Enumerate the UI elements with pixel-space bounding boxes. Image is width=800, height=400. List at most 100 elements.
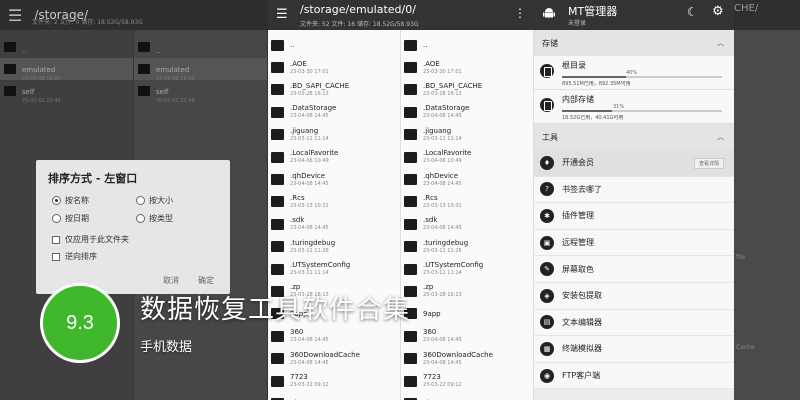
file-row[interactable]: .BD_SAPI_CACHE 23-03-28 16:13	[268, 79, 400, 101]
file-row[interactable]: .Rcs 23-03-13 10:31	[268, 191, 400, 213]
file-row[interactable]: 7723 23-03-22 09:12	[401, 370, 533, 392]
file-row[interactable]: .UTSystemConfig 23-03-11 11:14	[401, 258, 533, 280]
file-date: 23-04-08 14:45	[290, 225, 329, 232]
internal-storage-size: 18.52G已用，40.41G可用	[562, 115, 624, 121]
file-row[interactable]: .DataStorage 23-04-08 14:45	[268, 101, 400, 123]
file-text: self 70-01-01 22:46	[22, 79, 61, 104]
file-row[interactable]: 7723 23-03-22 09:12	[268, 370, 400, 392]
sort-by-size-radio[interactable]: 按大小	[136, 195, 173, 206]
tool-item[interactable]: ♦ 开通会员 查看详情	[534, 150, 734, 177]
file-row[interactable]: .LocalFavorite 23-04-06 10:49	[268, 146, 400, 168]
file-row[interactable]: 360DownloadCache 23-04-08 14:45	[268, 347, 400, 369]
file-name: .UTSystemConfig	[290, 261, 351, 270]
file-name: self	[22, 87, 35, 96]
file-row[interactable]: .UTSystemConfig 23-03-11 11:14	[268, 258, 400, 280]
file-row[interactable]: ..	[134, 36, 267, 58]
root-storage-size: 895.51M已用，892.35M可用	[562, 81, 631, 87]
file-row[interactable]: .zp 23-03-28 16:13	[401, 280, 533, 302]
file-name: 7723	[423, 373, 441, 382]
chevron-up-icon: ︿	[717, 133, 724, 141]
tool-item[interactable]: ◉ FTP客户端	[534, 362, 734, 390]
file-date: 23-04-08 14:45	[423, 359, 462, 366]
middle-panel: ☰ /storage/emulated/0/ 文件夹: 52 文件: 16 储存…	[268, 0, 534, 400]
tool-item[interactable]: ▦ 终端模拟器	[534, 336, 734, 363]
menu-icon[interactable]: ☰	[8, 6, 22, 25]
file-row[interactable]: ..	[268, 34, 400, 56]
file-row[interactable]: .AOE 23-03-30 17:01	[268, 56, 400, 78]
remote-icon: ▣	[540, 235, 554, 250]
file-row[interactable]: 360 23-04-08 14:45	[268, 325, 400, 347]
file-row[interactable]: self 70-01-01 22:46	[0, 79, 133, 104]
root-storage-item[interactable]: 根目录 40% 895.51M已用，892.35M可用	[534, 56, 734, 90]
file-row[interactable]: 9app	[401, 303, 533, 325]
tool-item[interactable]: ? 书签去哪了	[534, 176, 734, 204]
file-date: 23-04-08 14:45	[423, 225, 462, 232]
tool-item[interactable]: ◈ 安装包提取	[534, 282, 734, 310]
hamburger-menu-icon[interactable]: ☰	[276, 7, 288, 22]
file-row[interactable]: .turingdebug 23-03-11 11:26	[401, 236, 533, 258]
file-row[interactable]: .sdk 23-04-08 14:45	[401, 213, 533, 235]
file-date: 23-03-28 16:13	[423, 90, 462, 97]
file-row[interactable]: Alarms	[401, 392, 533, 400]
sort-by-name-radio[interactable]: 按名称	[52, 195, 89, 206]
cancel-button[interactable]: 取消	[163, 275, 179, 286]
ok-button[interactable]: 确定	[198, 275, 214, 286]
file-row[interactable]: .AOE 23-03-30 17:01	[401, 56, 533, 78]
tool-label: FTP客户端	[562, 371, 601, 381]
file-row[interactable]: .jiguang 23-03-11 11:14	[268, 124, 400, 146]
folder-icon	[138, 86, 150, 96]
file-name: .sdk	[290, 216, 305, 225]
file-text: .AOE 23-03-30 17:01	[290, 60, 329, 76]
tool-item[interactable]: ✎ 屏幕取色	[534, 256, 734, 283]
sort-by-type-radio[interactable]: 按类型	[136, 213, 173, 224]
file-row[interactable]: .jiguang 23-03-11 11:14	[401, 124, 533, 146]
root-storage-progress	[562, 76, 722, 78]
folder-icon	[404, 84, 417, 96]
file-name: .DataStorage	[423, 104, 470, 113]
sort-by-date-label: 按日期	[65, 214, 89, 223]
file-text: .turingdebug 23-03-11 11:26	[290, 239, 335, 255]
file-text: .AOE 23-03-30 17:01	[423, 60, 462, 76]
file-row[interactable]: self 70-01-01 22:46	[134, 80, 267, 104]
file-row[interactable]: .LocalFavorite 23-04-06 10:49	[401, 146, 533, 168]
file-row[interactable]: Alarms	[268, 392, 400, 400]
tool-label: 文本编辑器	[562, 317, 602, 327]
file-row[interactable]: ..	[401, 34, 533, 56]
view-details-button[interactable]: 查看详情	[693, 158, 724, 169]
login-status[interactable]: 未登录	[568, 18, 586, 27]
only-this-folder-checkbox[interactable]: 仅应用于此文件夹	[52, 234, 129, 245]
sort-by-date-radio[interactable]: 按日期	[52, 213, 89, 224]
internal-storage-item[interactable]: 内部存储 31% 18.52G已用，40.41G可用	[534, 90, 734, 124]
storage-section-header[interactable]: 存储 ︿	[534, 30, 734, 56]
file-row[interactable]: 360DownloadCache 23-04-08 14:45	[401, 347, 533, 369]
file-name: ..	[290, 41, 295, 50]
file-date: 23-03-22 09:12	[290, 382, 329, 389]
gear-icon[interactable]: ⚙	[712, 4, 724, 19]
tool-item[interactable]: ▣ 远程管理	[534, 229, 734, 257]
reverse-sort-checkbox[interactable]: 逆向排序	[52, 251, 97, 262]
tool-item[interactable]: ✱ 插件管理	[534, 203, 734, 230]
file-row[interactable]: emulated 23-05-08 16:05	[134, 58, 267, 82]
file-row[interactable]: .sdk 23-04-08 14:45	[268, 213, 400, 235]
folder-icon	[404, 241, 417, 253]
file-row[interactable]: 360 23-04-08 14:45	[401, 325, 533, 347]
file-row[interactable]: emulated 23-05-08 16:05	[0, 58, 133, 82]
moon-icon[interactable]: ☾	[687, 5, 698, 19]
tool-item[interactable]: ▤ 文本编辑器	[534, 309, 734, 337]
file-text: 360 23-04-08 14:45	[290, 328, 329, 344]
file-row[interactable]: .Rcs 23-03-13 10:31	[401, 191, 533, 213]
more-options-icon[interactable]: ⋮	[514, 6, 526, 20]
file-row[interactable]: .DataStorage 23-04-08 14:45	[401, 101, 533, 123]
file-date: 70-01-01 22:46	[156, 97, 195, 104]
sort-dialog: 排序方式 - 左窗口 按名称 按大小 按日期 按类型 仅应用于此文件夹 逆向排序…	[36, 160, 230, 294]
file-row[interactable]: ..	[0, 36, 133, 58]
file-date: 23-04-08 14:45	[290, 180, 329, 187]
file-row[interactable]: .turingdebug 23-03-11 11:26	[268, 236, 400, 258]
file-row[interactable]: .qhDevice 23-04-08 14:45	[401, 168, 533, 190]
screenshot-root: ☰ /storage/ 文件夹: 2 文件: 0 储存: 18.52G/58.9…	[0, 0, 800, 400]
tools-section-header[interactable]: 工具 ︿	[534, 124, 734, 150]
file-name: .BD_SAPI_CACHE	[423, 81, 483, 90]
checkbox-icon	[52, 252, 60, 261]
file-row[interactable]: .qhDevice 23-04-08 14:45	[268, 168, 400, 190]
file-row[interactable]: .BD_SAPI_CACHE 23-03-28 16:13	[401, 79, 533, 101]
